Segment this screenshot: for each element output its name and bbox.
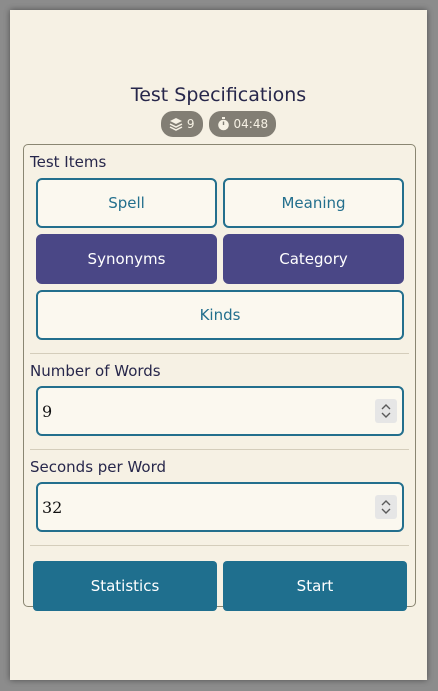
- seconds-per-word-input[interactable]: 32: [36, 482, 404, 532]
- option-category[interactable]: Category: [223, 234, 404, 284]
- status-badges: 9 04:48: [10, 111, 427, 137]
- test-items-label: Test Items: [30, 153, 107, 171]
- timer-value: 04:48: [233, 117, 269, 131]
- option-meaning-label: Meaning: [281, 194, 346, 212]
- layers-icon: [169, 117, 183, 131]
- seconds-per-word-stepper[interactable]: [375, 495, 397, 519]
- divider: [30, 449, 409, 450]
- option-spell-label: Spell: [108, 194, 145, 212]
- start-button-label: Start: [296, 577, 334, 595]
- app-window: Test Specifications 9 04:48 Test Items S…: [10, 10, 427, 680]
- option-synonyms-label: Synonyms: [87, 250, 166, 268]
- option-meaning[interactable]: Meaning: [223, 178, 404, 228]
- start-button[interactable]: Start: [223, 561, 407, 611]
- statistics-button[interactable]: Statistics: [33, 561, 217, 611]
- divider: [30, 545, 409, 546]
- test-settings-panel: Test Items Spell Meaning Synonyms Catego…: [23, 144, 416, 611]
- option-category-label: Category: [279, 250, 348, 268]
- word-count-badge: 9: [160, 111, 203, 137]
- option-kinds-label: Kinds: [199, 306, 241, 324]
- divider: [30, 353, 409, 354]
- timer-badge: 04:48: [208, 111, 277, 137]
- seconds-per-word-label: Seconds per Word: [30, 458, 167, 476]
- number-of-words-value: 9: [42, 401, 53, 421]
- statistics-button-label: Statistics: [90, 577, 160, 595]
- number-of-words-label: Number of Words: [30, 362, 161, 380]
- number-of-words-stepper[interactable]: [375, 399, 397, 423]
- option-kinds[interactable]: Kinds: [36, 290, 404, 340]
- word-count-value: 9: [186, 117, 195, 131]
- seconds-per-word-value: 32: [42, 497, 63, 517]
- option-synonyms[interactable]: Synonyms: [36, 234, 217, 284]
- option-spell[interactable]: Spell: [36, 178, 217, 228]
- stopwatch-icon: [217, 117, 230, 131]
- page-title: Test Specifications: [130, 84, 307, 106]
- number-of-words-input[interactable]: 9: [36, 386, 404, 436]
